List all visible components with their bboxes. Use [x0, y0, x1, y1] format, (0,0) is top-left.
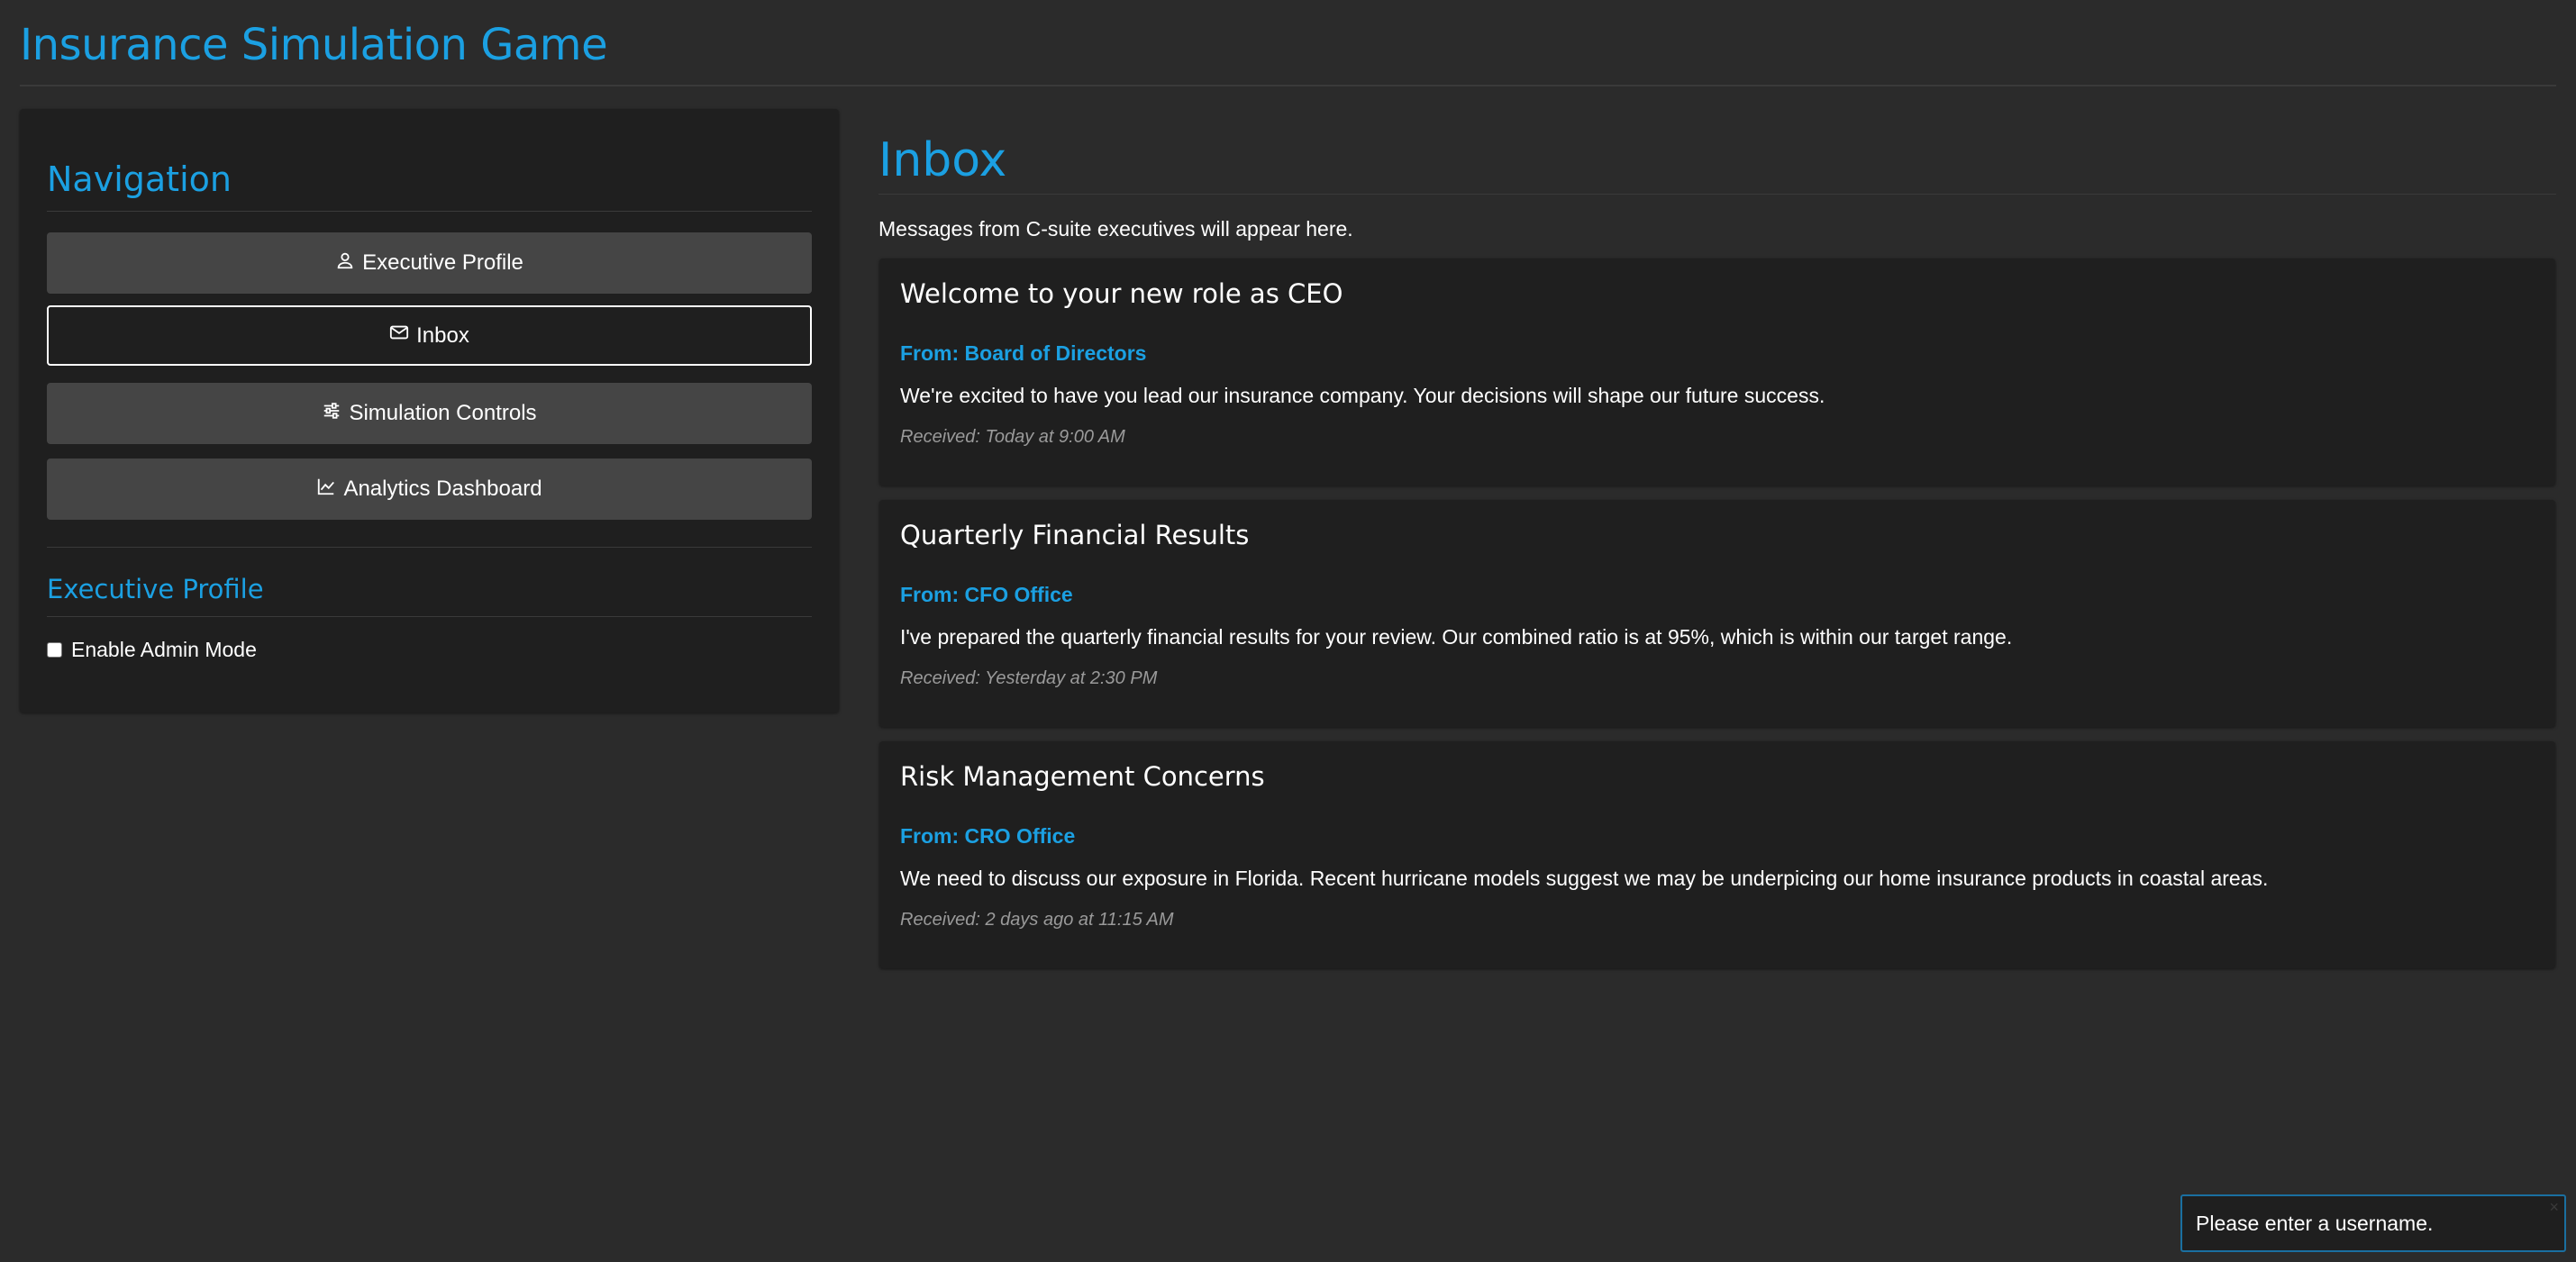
message-timestamp: Received: 2 days ago at 11:15 AM	[900, 910, 1174, 930]
sliders-icon	[322, 401, 341, 427]
user-icon	[335, 250, 355, 277]
inbox-label: Inbox	[416, 322, 469, 348]
message-sender: From: CRO Office	[900, 824, 1076, 848]
app-title: Insurance Simulation Game	[20, 20, 608, 70]
envelope-icon	[389, 322, 409, 349]
admin-mode-label: Enable Admin Mode	[71, 638, 257, 661]
message-subject: Welcome to your new role as CEO	[900, 278, 1343, 309]
executive-profile-button[interactable]: Executive Profile	[47, 232, 812, 294]
executive-profile-heading: Executive Profile	[47, 574, 264, 604]
analytics-dashboard-label: Analytics Dashboard	[343, 477, 542, 501]
message-subject: Risk Management Concerns	[900, 761, 1265, 792]
profile-divider	[47, 616, 812, 617]
message-timestamp: Received: Today at 9:00 AM	[900, 427, 1125, 447]
navigation-heading: Navigation	[47, 159, 232, 199]
section-divider	[47, 547, 812, 548]
sidebar-panel: Navigation Executive Profile Inbox Simul…	[20, 109, 839, 713]
chart-line-icon	[316, 477, 336, 503]
message-card[interactable]: Quarterly Financial Results From: CFO Of…	[879, 500, 2555, 727]
message-body: We need to discuss our exposure in Flori…	[900, 867, 2269, 890]
admin-mode-checkbox[interactable]	[47, 642, 62, 658]
message-body: I've prepared the quarterly financial re…	[900, 625, 2013, 649]
message-card[interactable]: Risk Management Concerns From: CRO Offic…	[879, 741, 2555, 968]
navigation-divider	[47, 211, 812, 212]
inbox-divider	[878, 194, 2556, 195]
message-timestamp: Received: Yesterday at 2:30 PM	[900, 668, 1158, 688]
message-body: We're excited to have you lead our insur…	[900, 384, 1825, 407]
message-sender: From: CFO Office	[900, 583, 1073, 606]
simulation-controls-button[interactable]: Simulation Controls	[47, 383, 812, 444]
simulation-controls-label: Simulation Controls	[349, 401, 537, 425]
message-sender: From: Board of Directors	[900, 341, 1147, 365]
analytics-dashboard-button[interactable]: Analytics Dashboard	[47, 458, 812, 520]
inbox-button[interactable]: Inbox	[47, 305, 812, 366]
inbox-subtitle: Messages from C-suite executives will ap…	[878, 217, 1353, 241]
title-divider	[20, 85, 2556, 86]
inbox-title: Inbox	[878, 133, 1007, 187]
toast-message: Please enter a username.	[2196, 1212, 2434, 1235]
admin-mode-row[interactable]: Enable Admin Mode	[47, 638, 257, 662]
message-card[interactable]: Welcome to your new role as CEO From: Bo…	[879, 259, 2555, 486]
toast-notification: × Please enter a username.	[2180, 1194, 2566, 1252]
message-subject: Quarterly Financial Results	[900, 520, 1250, 550]
executive-profile-label: Executive Profile	[362, 250, 523, 275]
close-icon[interactable]: ×	[2549, 1198, 2559, 1217]
